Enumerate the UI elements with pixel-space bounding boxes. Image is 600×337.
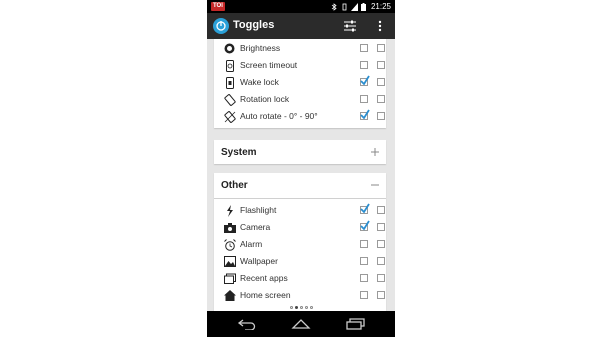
tune-settings-icon[interactable] [341,17,359,35]
display-card: Brightness Screen timeout Wake lock Rota… [214,39,386,128]
app-logo-icon[interactable] [213,18,229,34]
item-label: Auto rotate - 0° - 90° [240,111,318,121]
checkbox-primary[interactable] [360,291,368,299]
notification-badge: TOI [211,2,225,11]
bluetooth-icon [331,2,338,11]
app-title: Toggles [233,19,275,31]
battery-icon [360,2,368,11]
checkbox-primary[interactable] [360,220,370,231]
checkbox-secondary[interactable] [377,291,385,299]
section-title: Other [221,180,248,191]
toggle-list: Brightness Screen timeout Wake lock Rota… [207,39,395,311]
page-dot-active [294,305,298,309]
list-item[interactable]: Home screen [214,287,386,304]
item-label: Screen timeout [240,60,298,70]
item-label: Rotation lock [240,94,290,104]
checkbox-primary[interactable] [360,75,370,86]
item-label: Wallpaper [240,256,278,266]
status-bar: TOI 21:25 [207,0,395,13]
auto-rotate-icon [223,110,236,123]
other-section: Other Flashlight Camera Alarm Wallpaper … [214,173,386,311]
item-label: Alarm [240,239,263,249]
page-indicator [207,303,395,311]
signal-icon [350,2,358,11]
checkbox-secondary[interactable] [377,112,385,120]
recent-apps-icon [223,272,236,285]
checkbox-primary[interactable] [360,95,368,103]
wake-lock-icon [223,76,236,89]
camera-icon [223,221,236,234]
page-dot [309,305,313,309]
alarm-icon [223,238,236,251]
checkbox-secondary[interactable] [377,61,385,69]
list-item[interactable]: Camera [214,219,386,236]
list-item[interactable]: Flashlight [214,202,386,219]
wallpaper-icon [223,255,236,268]
page-dot [304,305,308,309]
checkbox-primary[interactable] [360,61,368,69]
phone-screen: TOI 21:25 Toggles Brightness Screen time… [207,0,395,337]
checkbox-secondary[interactable] [377,240,385,248]
checkbox-secondary[interactable] [377,257,385,265]
checkbox-primary[interactable] [360,274,368,282]
checkbox-secondary[interactable] [377,95,385,103]
recents-icon[interactable] [343,316,367,332]
vibrate-icon [341,3,348,11]
collapse-icon[interactable] [369,178,381,190]
back-icon[interactable] [235,316,259,332]
checkbox-secondary[interactable] [377,44,385,52]
checkbox-secondary[interactable] [377,78,385,86]
list-item[interactable]: Wake lock [214,74,386,91]
page-dot [299,305,303,309]
item-label: Camera [240,222,271,232]
list-item[interactable]: Screen timeout [214,57,386,74]
checkbox-secondary[interactable] [377,206,385,214]
list-item[interactable]: Brightness [214,40,386,57]
home-screen-icon [223,289,236,302]
section-title: System [221,147,257,158]
clock: 21:25 [370,2,391,11]
screen-timeout-icon [223,59,236,72]
checkbox-secondary[interactable] [377,274,385,282]
list-item[interactable]: Recent apps [214,270,386,287]
checkbox-primary[interactable] [360,240,368,248]
checkbox-primary[interactable] [360,203,370,214]
expand-icon[interactable] [369,145,381,157]
page-dot [289,305,293,309]
item-label: Flashlight [240,205,277,215]
item-label: Home screen [240,290,291,300]
item-label: Brightness [240,43,281,53]
list-item[interactable]: Auto rotate - 0° - 90° [214,108,386,125]
list-item[interactable]: Wallpaper [214,253,386,270]
checkbox-secondary[interactable] [377,223,385,231]
list-item[interactable]: Rotation lock [214,91,386,108]
home-icon[interactable] [289,316,313,332]
action-bar: Toggles [207,13,395,39]
item-label: Wake lock [240,77,279,87]
checkbox-primary[interactable] [360,44,368,52]
navigation-bar [207,311,395,337]
system-section[interactable]: System [214,140,386,164]
checkbox-primary[interactable] [360,109,370,120]
list-item[interactable]: Alarm [214,236,386,253]
flashlight-icon [223,204,236,217]
brightness-icon [223,42,236,55]
overflow-menu-icon[interactable] [371,17,389,35]
item-label: Recent apps [240,273,288,283]
rotation-lock-icon [223,93,236,106]
divider [214,198,386,199]
checkbox-primary[interactable] [360,257,368,265]
